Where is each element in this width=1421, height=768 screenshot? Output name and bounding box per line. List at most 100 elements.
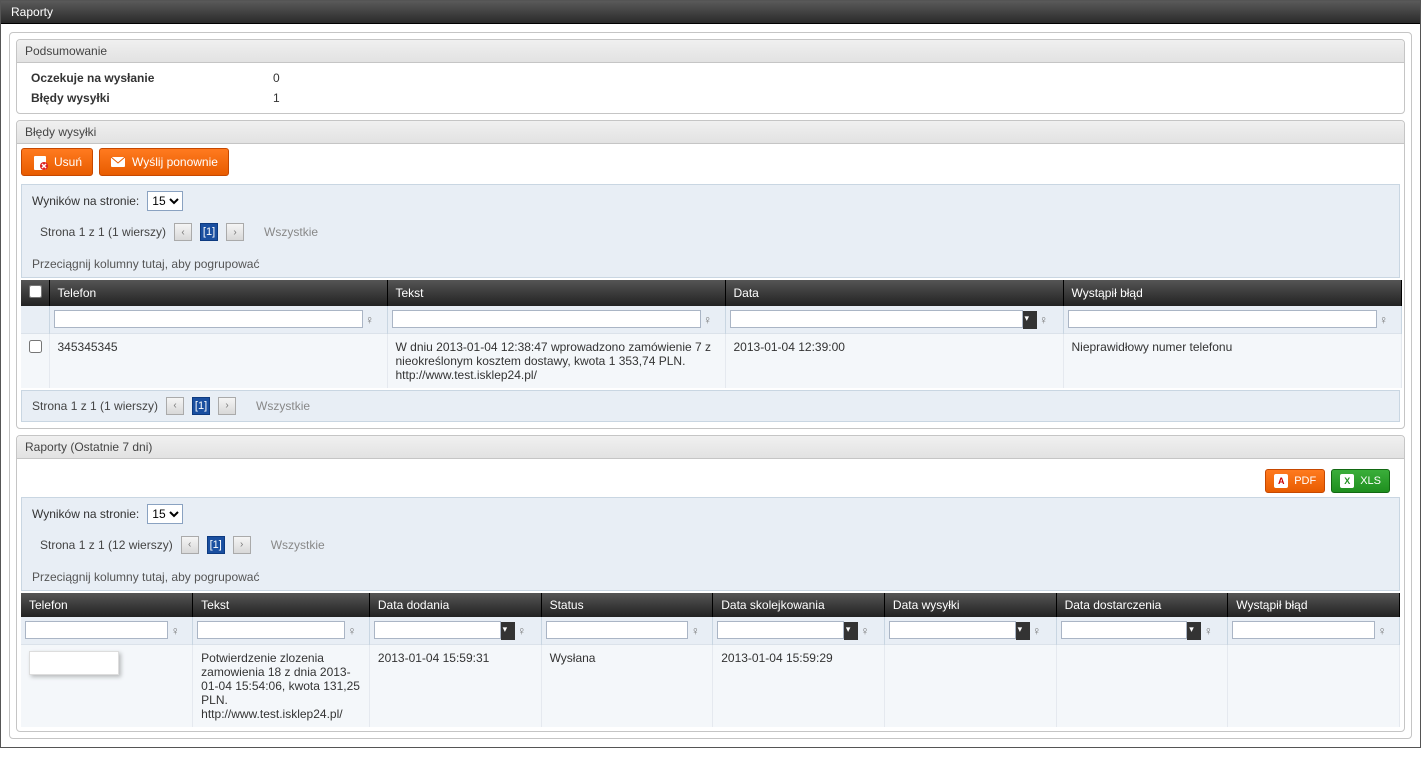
col-data-skolejkowania[interactable]: Data skolejkowania	[713, 593, 885, 617]
pager-prev-button[interactable]: ‹	[166, 397, 184, 415]
cell-tekst: W dniu 2013-01-04 12:38:47 wprowadzono z…	[387, 333, 725, 388]
cell-data-dodania: 2013-01-04 15:59:31	[369, 644, 541, 727]
filter-telefon[interactable]	[54, 310, 363, 328]
filter-row: ♀ ♀ ♀ ♀	[21, 306, 1401, 333]
filter-tekst[interactable]	[197, 621, 345, 639]
filter-status[interactable]	[546, 621, 689, 639]
reports-section: Raporty (Ostatnie 7 dni) A PDF X XLS Wyn…	[16, 435, 1405, 732]
col-tekst[interactable]: Tekst	[193, 593, 370, 617]
errors-grid: Telefon Tekst Data Wystąpił błąd ♀ ♀ ♀ ♀…	[21, 280, 1402, 388]
delete-label: Usuń	[54, 155, 82, 169]
date-dropdown-icon[interactable]	[1187, 622, 1201, 640]
pager-current[interactable]: [1]	[207, 536, 225, 554]
pdf-icon: A	[1274, 474, 1288, 488]
filter-data-dost[interactable]	[1061, 621, 1188, 639]
col-status[interactable]: Status	[541, 593, 713, 617]
delete-button[interactable]: Usuń	[21, 148, 93, 176]
pager-all-link[interactable]: Wszystkie	[271, 538, 325, 552]
cell-data-dost	[1056, 644, 1228, 727]
cell-telefon	[21, 644, 193, 727]
summary-label: Oczekuje na wysłanie	[23, 69, 263, 87]
filter-data[interactable]	[730, 310, 1023, 328]
cell-data-wys	[884, 644, 1056, 727]
results-select[interactable]: 15	[147, 504, 183, 524]
pager-prev-button[interactable]: ‹	[181, 536, 199, 554]
col-blad[interactable]: Wystąpił błąd	[1228, 593, 1400, 617]
pager-prev-button[interactable]: ‹	[174, 223, 192, 241]
window-titlebar: Raporty	[1, 1, 1420, 24]
date-dropdown-icon[interactable]	[1016, 622, 1030, 640]
group-hint: Przeciągnij kolumny tutaj, aby pogrupowa…	[32, 558, 259, 584]
export-bar: A PDF X XLS	[21, 463, 1400, 495]
row-checkbox[interactable]	[29, 340, 42, 353]
filter-data-dodania[interactable]	[374, 621, 501, 639]
filter-icon[interactable]: ♀	[1377, 311, 1391, 329]
filter-data-skol[interactable]	[717, 621, 844, 639]
summary-label: Błędy wysyłki	[23, 89, 263, 107]
resend-button[interactable]: Wyślij ponownie	[99, 148, 229, 176]
filter-icon[interactable]: ♀	[1201, 622, 1215, 640]
pager-all-link[interactable]: Wszystkie	[264, 225, 318, 239]
reports-header: Raporty (Ostatnie 7 dni)	[17, 436, 1404, 459]
pager-current[interactable]: [1]	[192, 397, 210, 415]
col-blad[interactable]: Wystąpił błąd	[1063, 280, 1401, 306]
date-dropdown-icon[interactable]	[501, 622, 515, 640]
summary-value: 1	[265, 89, 288, 107]
filter-icon[interactable]: ♀	[858, 622, 872, 640]
errors-pager-top: Wyników na stronie: 15 Strona 1 z 1 (1 w…	[21, 184, 1400, 278]
grid-header-row: Telefon Tekst Data Wystąpił błąd	[21, 280, 1401, 306]
filter-row: ♀ ♀ ♀ ♀ ♀ ♀ ♀ ♀	[21, 617, 1400, 644]
export-xls-button[interactable]: X XLS	[1331, 469, 1390, 493]
summary-header: Podsumowanie	[17, 40, 1404, 63]
summary-section: Podsumowanie Oczekuje na wysłanie 0 Błęd…	[16, 39, 1405, 114]
col-tekst[interactable]: Tekst	[387, 280, 725, 306]
date-dropdown-icon[interactable]	[1023, 311, 1037, 329]
errors-section: Błędy wysyłki Usuń Wyślij ponownie	[16, 120, 1405, 429]
pager-next-button[interactable]: ›	[226, 223, 244, 241]
errors-toolbar: Usuń Wyślij ponownie	[21, 148, 1400, 182]
filter-icon[interactable]: ♀	[701, 311, 715, 329]
pager-text: Strona 1 z 1 (1 wierszy)	[40, 225, 166, 239]
filter-icon[interactable]: ♀	[688, 622, 702, 640]
filter-icon[interactable]: ♀	[1375, 622, 1389, 640]
redacted-phone	[29, 651, 119, 675]
pager-all-link[interactable]: Wszystkie	[256, 399, 310, 413]
pager-next-button[interactable]: ›	[233, 536, 251, 554]
filter-icon[interactable]: ♀	[515, 622, 529, 640]
pager-next-button[interactable]: ›	[218, 397, 236, 415]
filter-icon[interactable]: ♀	[1037, 311, 1051, 329]
col-data-dodania[interactable]: Data dodania	[369, 593, 541, 617]
xls-label: XLS	[1360, 475, 1381, 487]
col-telefon[interactable]: Telefon	[21, 593, 193, 617]
filter-tekst[interactable]	[392, 310, 701, 328]
filter-blad[interactable]	[1232, 621, 1375, 639]
group-hint: Przeciągnij kolumny tutaj, aby pogrupowa…	[32, 245, 259, 271]
col-data-dostarczenia[interactable]: Data dostarczenia	[1056, 593, 1228, 617]
filter-icon[interactable]: ♀	[345, 622, 359, 640]
pager-current[interactable]: [1]	[200, 223, 218, 241]
filter-icon[interactable]: ♀	[1030, 622, 1044, 640]
pager-text: Strona 1 z 1 (1 wierszy)	[32, 399, 158, 413]
pager-text: Strona 1 z 1 (12 wierszy)	[40, 538, 173, 552]
col-data-wysylki[interactable]: Data wysyłki	[884, 593, 1056, 617]
filter-data-wys[interactable]	[889, 621, 1016, 639]
summary-row: Błędy wysyłki 1	[23, 89, 288, 107]
col-data[interactable]: Data	[725, 280, 1063, 306]
results-label: Wyników na stronie:	[32, 507, 139, 521]
filter-icon[interactable]: ♀	[363, 311, 377, 329]
cell-blad: Nieprawidłowy numer telefonu	[1063, 333, 1401, 388]
reports-pager-top: Wyników na stronie: 15 Strona 1 z 1 (12 …	[21, 497, 1400, 591]
table-row[interactable]: 345345345 W dniu 2013-01-04 12:38:47 wpr…	[21, 333, 1401, 388]
xls-icon: X	[1340, 474, 1354, 488]
table-row[interactable]: Potwierdzenie zlozenia zamowienia 18 z d…	[21, 644, 1400, 727]
cell-data-skol: 2013-01-04 15:59:29	[713, 644, 885, 727]
results-select[interactable]: 15	[147, 191, 183, 211]
filter-icon[interactable]: ♀	[168, 622, 182, 640]
reports-grid: Telefon Tekst Data dodania Status Data s…	[21, 593, 1400, 727]
filter-blad[interactable]	[1068, 310, 1377, 328]
select-all-checkbox[interactable]	[29, 285, 42, 298]
col-telefon[interactable]: Telefon	[49, 280, 387, 306]
filter-telefon[interactable]	[25, 621, 168, 639]
date-dropdown-icon[interactable]	[844, 622, 858, 640]
export-pdf-button[interactable]: A PDF	[1265, 469, 1325, 493]
